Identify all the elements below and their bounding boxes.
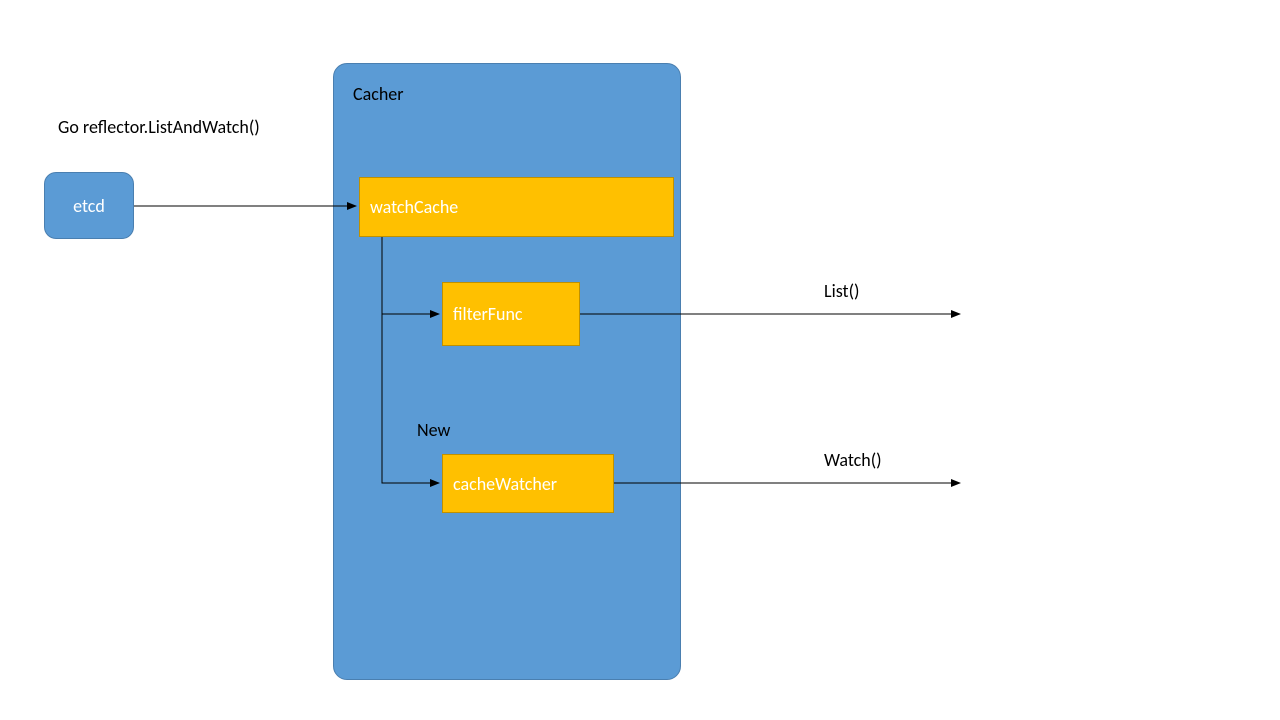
go-reflector-label: Go reflector.ListAndWatch() <box>58 116 260 138</box>
cacher-container <box>333 63 681 680</box>
filterfunc-text: filterFunc <box>453 303 523 325</box>
etcd-text: etcd <box>73 195 105 217</box>
etcd-node: etcd <box>44 172 134 239</box>
cacher-label: Cacher <box>353 83 404 105</box>
list-label: List() <box>824 280 859 302</box>
cachewatcher-node: cacheWatcher <box>442 454 614 513</box>
watchcache-node: watchCache <box>359 177 674 237</box>
cachewatcher-text: cacheWatcher <box>453 473 557 495</box>
watchcache-text: watchCache <box>370 196 458 218</box>
filterfunc-node: filterFunc <box>442 282 580 346</box>
new-label: New <box>417 419 450 441</box>
watch-label: Watch() <box>824 449 882 471</box>
